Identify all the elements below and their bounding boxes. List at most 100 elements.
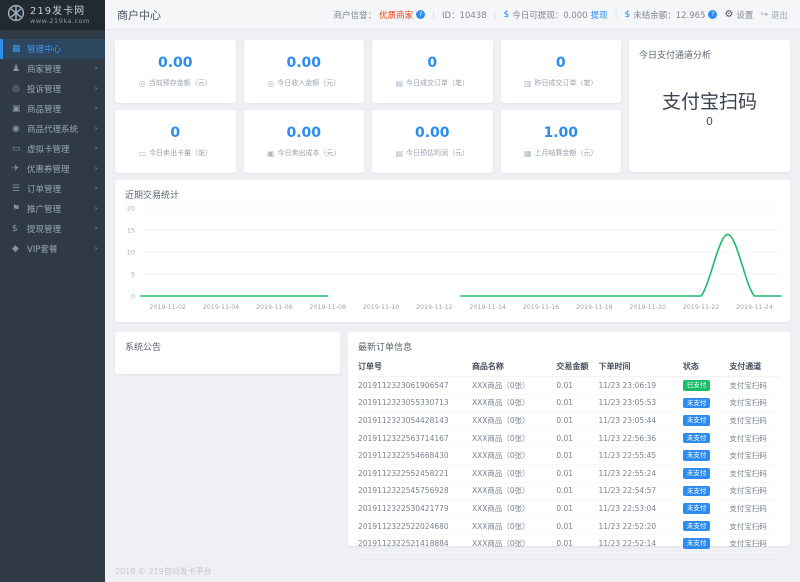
svg-text:5: 5 — [131, 270, 135, 278]
order-product: XXX商品（0张） — [472, 503, 556, 514]
sidebar-item-management-center[interactable]: ▦管理中心 — [0, 39, 105, 59]
status-badge: 未支付 — [683, 538, 711, 549]
sidebar-item-product-management[interactable]: ▣商品管理› — [0, 99, 105, 119]
svg-text:20: 20 — [127, 204, 135, 212]
order-status-cell: 已支付 — [683, 380, 729, 391]
coin-icon: ◎ — [267, 79, 274, 88]
chevron-right-icon: › — [94, 244, 98, 254]
stat-label: ◎今日收入金额（元） — [267, 78, 340, 88]
svg-text:2019-11-20: 2019-11-20 — [629, 304, 666, 311]
order-row: 2019112322521418884XXX商品（0张）0.0111/23 22… — [358, 535, 780, 553]
channel-name: 支付宝扫码 — [629, 87, 790, 114]
sidebar-item-label: 提现管理 — [27, 223, 94, 235]
logout-label: 退出 — [771, 9, 788, 21]
target-icon: ◎ — [12, 84, 27, 94]
order-amount: 0.01 — [556, 451, 598, 460]
sidebar-item-product-agent-system[interactable]: ◉商品代理系统› — [0, 119, 105, 139]
sidebar-item-order-management[interactable]: ☰订单管理› — [0, 179, 105, 199]
stat-label: ▤今日成交订单（笔） — [395, 78, 469, 88]
chevron-right-icon: › — [94, 144, 98, 154]
chevron-right-icon: › — [94, 84, 98, 94]
sidebar-item-coupon-management[interactable]: ✈优惠券管理› — [0, 159, 105, 179]
sidebar-item-withdraw-management[interactable]: $提现管理› — [0, 219, 105, 239]
svg-text:2019-11-06: 2019-11-06 — [256, 304, 293, 311]
settings-button[interactable]: ⚙ 设置 — [724, 9, 753, 21]
status-badge: 已支付 — [683, 380, 711, 391]
stat-label-text: 今日卖出卡量（张） — [149, 148, 212, 158]
order-product: XXX商品（0张） — [472, 521, 556, 532]
latest-orders-panel: 最新订单信息 订单号商品名称交易金额下单时间状态支付通道 20191123230… — [348, 332, 790, 546]
orders-table-body: 2019112323061906547XXX商品（0张）0.0111/23 23… — [358, 377, 780, 553]
coin-icon: ◎ — [139, 79, 146, 88]
coupon-icon: ✈ — [12, 164, 27, 174]
order-channel: 支付宝扫码 — [729, 433, 780, 444]
help-icon[interactable]: ? — [708, 10, 717, 19]
svg-text:15: 15 — [127, 226, 135, 234]
order-order_no: 2019112322530421779 — [358, 504, 472, 513]
status-badge: 未支付 — [683, 433, 711, 444]
order-channel: 支付宝扫码 — [729, 415, 780, 426]
order-status-cell: 未支付 — [683, 503, 729, 514]
order-amount: 0.01 — [556, 381, 598, 390]
svg-text:2019-11-14: 2019-11-14 — [469, 304, 506, 311]
status-badge: 未支付 — [683, 503, 711, 514]
sidebar-item-vip-package[interactable]: ◆VIP套餐› — [0, 239, 105, 259]
sidebar-item-merchant-management[interactable]: ♟商家管理› — [0, 59, 105, 79]
order-order_no: 2019112322522024680 — [358, 522, 472, 531]
order-channel: 支付宝扫码 — [729, 538, 780, 549]
status-badge: 未支付 — [683, 398, 711, 409]
order-channel: 支付宝扫码 — [729, 485, 780, 496]
brand-globe-icon — [7, 4, 25, 26]
order-channel: 支付宝扫码 — [729, 397, 780, 408]
dollar-icon: $ — [504, 10, 510, 20]
order-status-cell: 未支付 — [683, 433, 729, 444]
stat-value: 0.00 — [286, 125, 321, 141]
orders-table: 订单号商品名称交易金额下单时间状态支付通道 201911232306190654… — [348, 353, 790, 553]
svg-text:10: 10 — [127, 248, 135, 256]
svg-text:2019-11-16: 2019-11-16 — [523, 304, 560, 311]
order-status-cell: 未支付 — [683, 468, 729, 479]
announcement-title: 系统公告 — [115, 332, 340, 353]
order-order_no: 2019112322554668430 — [358, 451, 472, 460]
order-amount: 0.01 — [556, 486, 598, 495]
sidebar-item-label: 商家管理 — [27, 63, 94, 75]
topbar: 商户中心 商户信誉： 优质商家 ? | ID：10438 | $ 今日可提现：0… — [105, 0, 800, 30]
dollar-icon: $ — [12, 224, 27, 234]
chevron-right-icon: › — [94, 204, 98, 214]
logout-button[interactable]: ↪ 退出 — [760, 9, 788, 21]
orders-column-header: 订单号 — [358, 361, 472, 372]
eye-icon: ◉ — [12, 124, 27, 134]
stat-card-prestored-amount: 0.00◎当前预存金额（元） — [115, 40, 236, 103]
merchant-rating: 商户信誉： 优质商家 ? — [334, 9, 426, 21]
chevron-right-icon: › — [94, 104, 98, 114]
order-order_no: 2019112323061906547 — [358, 381, 472, 390]
stat-label-text: 今日预估利润（元） — [406, 148, 469, 158]
withdraw-link[interactable]: 提现 — [591, 9, 608, 21]
announcement-panel: 系统公告 — [115, 332, 340, 374]
main-content: 0.00◎当前预存金额（元）0.00◎今日收入金额（元）0▤今日成交订单（笔）0… — [105, 30, 800, 582]
dollar-icon: $ — [624, 10, 630, 20]
order-amount: 0.01 — [556, 522, 598, 531]
stat-card-today-profit: 0.00▤今日预估利润（元） — [372, 110, 493, 173]
app-logo[interactable]: 219发卡网 www.219ka.com — [0, 0, 105, 30]
sidebar-item-virtual-card-management[interactable]: ▭虚拟卡管理› — [0, 139, 105, 159]
balance-label: 未结余额：12.965 — [633, 9, 705, 21]
order-channel: 支付宝扫码 — [729, 503, 780, 514]
withdrawable-label: 今日可提现：0.000 — [512, 9, 587, 21]
chart-title: 近期交易统计 — [115, 180, 790, 201]
order-time: 11/23 22:52:14 — [599, 539, 683, 548]
sidebar-item-promotion-management[interactable]: ⚑推广管理› — [0, 199, 105, 219]
order-product: XXX商品（0张） — [472, 538, 556, 549]
box-icon: ▣ — [267, 149, 275, 158]
order-order_no: 2019112323055330713 — [358, 398, 472, 407]
file-icon: ▤ — [395, 79, 403, 88]
orders-table-header: 订单号商品名称交易金额下单时间状态支付通道 — [358, 356, 780, 377]
chevron-right-icon: › — [94, 64, 98, 74]
sidebar-item-complaint-management[interactable]: ◎投诉管理› — [0, 79, 105, 99]
order-order_no: 2019112322521418884 — [358, 539, 472, 548]
orders-title: 最新订单信息 — [348, 332, 790, 353]
stat-label: ▤今日预估利润（元） — [395, 148, 469, 158]
stat-label-text: 今日成交订单（笔） — [406, 78, 469, 88]
svg-text:2019-11-18: 2019-11-18 — [576, 304, 613, 311]
help-icon[interactable]: ? — [416, 10, 425, 19]
